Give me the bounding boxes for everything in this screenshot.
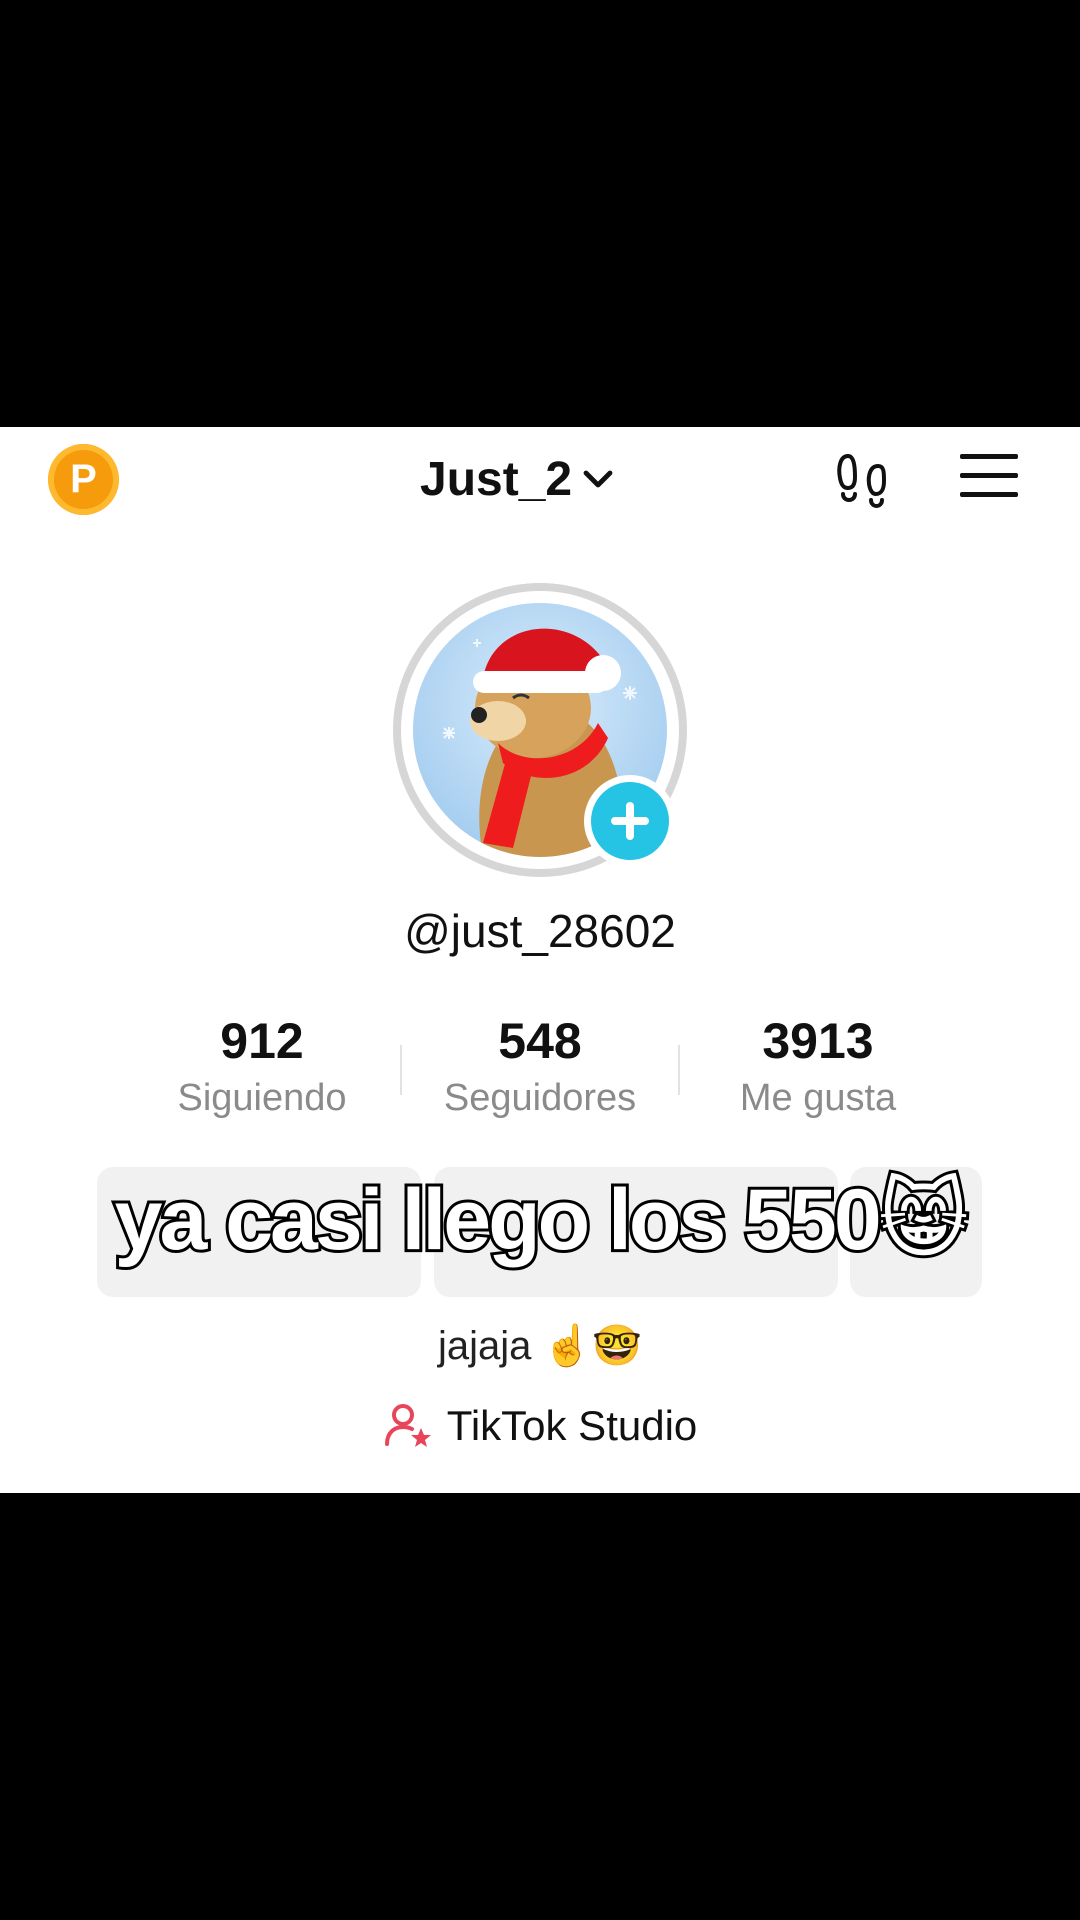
profile-handle: @just_28602	[404, 905, 676, 957]
stat-followers[interactable]: 548 Seguidores	[410, 1010, 670, 1124]
creator-star-icon	[384, 1404, 431, 1447]
stat-likes[interactable]: 3913 Me gusta	[688, 1010, 948, 1124]
stat-following-value: 912	[220, 1013, 304, 1069]
stat-following-label: Siguiendo	[177, 1077, 347, 1119]
stat-divider	[678, 1045, 680, 1095]
tiktok-studio-link[interactable]: TikTok Studio	[0, 1400, 1080, 1452]
footprints-icon[interactable]	[834, 450, 896, 512]
video-caption-overlay: ya casi llego los 550😸	[112, 1169, 972, 1271]
menu-icon[interactable]	[960, 452, 1020, 500]
account-username: Just_2	[420, 452, 573, 506]
stat-likes-value: 3913	[762, 1013, 874, 1069]
stat-likes-label: Me gusta	[739, 1077, 897, 1119]
account-switcher-button[interactable]: Just_2	[420, 448, 616, 510]
plus-icon	[611, 802, 649, 840]
stat-followers-label: Seguidores	[443, 1077, 637, 1119]
points-badge-icon[interactable]: P	[48, 444, 119, 515]
stat-following[interactable]: 912 Siguiendo	[132, 1010, 392, 1124]
tiktok-studio-label: TikTok Studio	[446, 1402, 698, 1449]
stat-followers-value: 548	[498, 1013, 582, 1069]
profile-bio: jajaja ☝️🤓	[437, 1324, 643, 1368]
add-story-button[interactable]	[584, 775, 676, 867]
stat-divider	[400, 1045, 402, 1095]
chevron-down-icon	[583, 470, 613, 488]
